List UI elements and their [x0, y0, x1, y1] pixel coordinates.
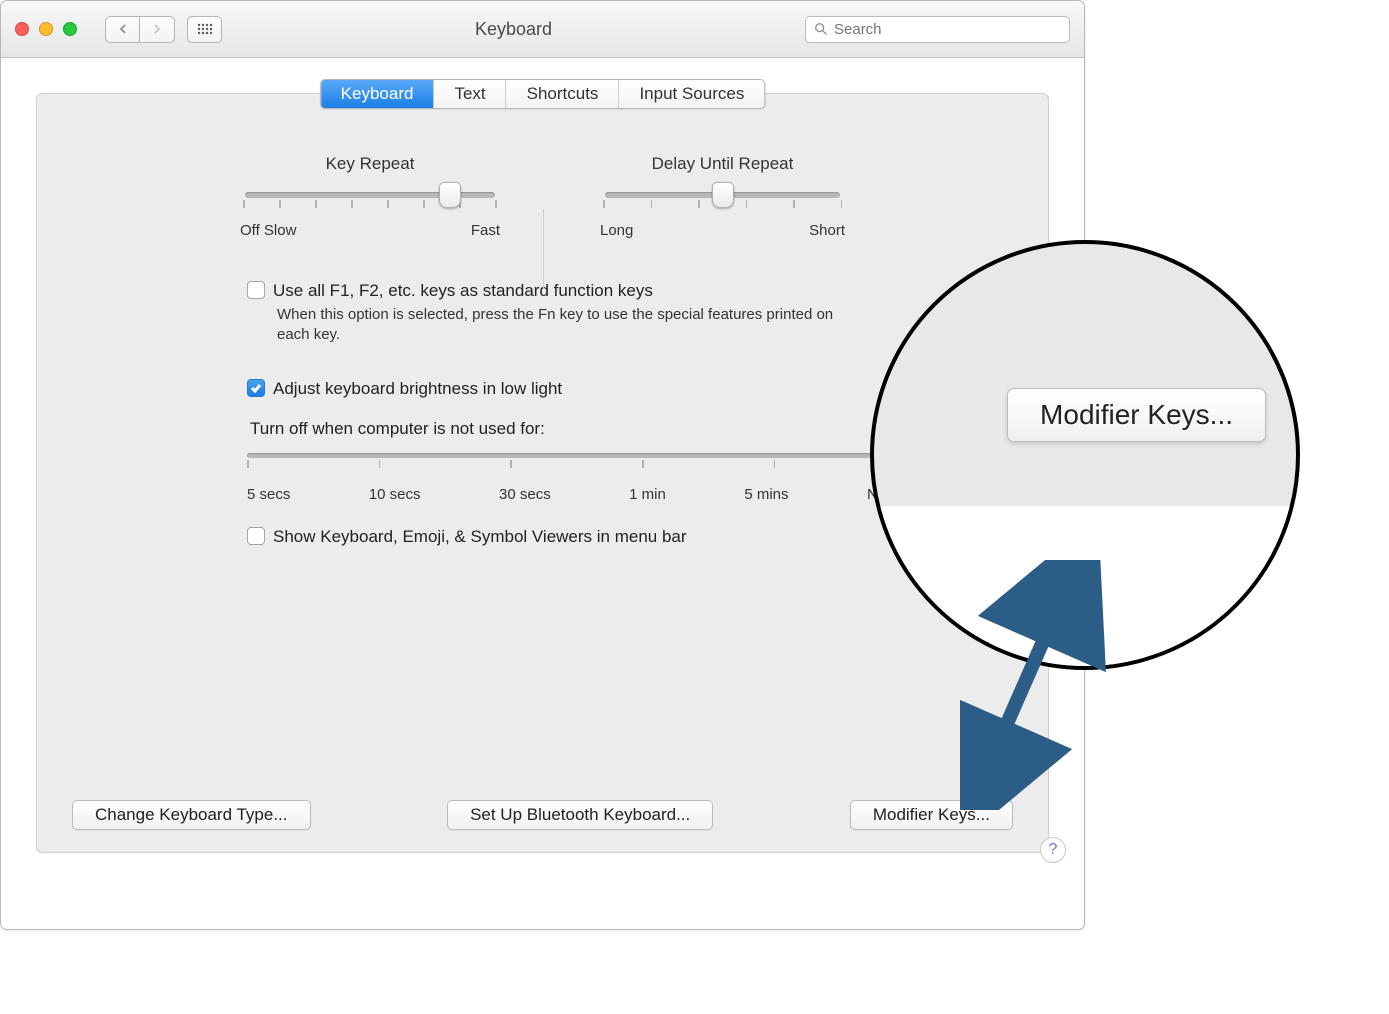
search-icon: [814, 22, 828, 36]
bottom-buttons: Change Keyboard Type... Set Up Bluetooth…: [72, 800, 1013, 830]
delay-repeat-slider[interactable]: [605, 192, 840, 198]
show-viewers-row: Show Keyboard, Emoji, & Symbol Viewers i…: [247, 525, 923, 549]
search-field-wrap[interactable]: [805, 16, 1070, 43]
brightness-row: Adjust keyboard brightness in low light: [247, 377, 923, 401]
timeout-tick-0: 5 secs: [247, 486, 290, 503]
callout-magnifier: Modifier Keys...: [870, 240, 1300, 670]
close-window-button[interactable]: [15, 22, 29, 36]
key-repeat-title: Key Repeat: [240, 154, 500, 174]
turnoff-label: Turn off when computer is not used for:: [250, 419, 923, 439]
change-keyboard-type-button[interactable]: Change Keyboard Type...: [72, 800, 311, 830]
set-up-bluetooth-button[interactable]: Set Up Bluetooth Keyboard...: [447, 800, 713, 830]
timeout-slider-group: 5 secs 10 secs 30 secs 1 min 5 mins Neve…: [247, 453, 907, 503]
key-repeat-label-fast: Fast: [471, 222, 500, 239]
timeout-tick-3: 1 min: [629, 486, 666, 503]
delay-repeat-label-short: Short: [809, 222, 845, 239]
options-section: Use all F1, F2, etc. keys as standard fu…: [72, 279, 1013, 549]
brightness-label: Adjust keyboard brightness in low light: [273, 377, 562, 401]
forward-button[interactable]: [140, 16, 175, 43]
fn-keys-checkbox[interactable]: [247, 281, 265, 299]
tab-shortcuts[interactable]: Shortcuts: [507, 80, 620, 108]
key-repeat-thumb[interactable]: [439, 182, 461, 208]
tab-keyboard[interactable]: Keyboard: [321, 80, 435, 108]
brightness-checkbox[interactable]: [247, 379, 265, 397]
vertical-divider: [543, 209, 544, 289]
fn-keys-row: Use all F1, F2, etc. keys as standard fu…: [247, 279, 923, 303]
show-viewers-checkbox[interactable]: [247, 527, 265, 545]
fn-keys-label: Use all F1, F2, etc. keys as standard fu…: [273, 279, 653, 303]
fn-keys-subtext: When this option is selected, press the …: [277, 305, 837, 346]
zoom-window-button[interactable]: [63, 22, 77, 36]
modifier-keys-button[interactable]: Modifier Keys...: [850, 800, 1013, 830]
show-all-button[interactable]: [187, 16, 222, 43]
help-button[interactable]: ?: [1040, 837, 1066, 863]
back-button[interactable]: [105, 16, 140, 43]
timeout-tick-1: 10 secs: [369, 486, 421, 503]
key-repeat-group: Key Repeat Off Slow Fast: [240, 154, 500, 239]
key-repeat-label-off: Off Slow: [240, 222, 296, 239]
tab-bar: Keyboard Text Shortcuts Input Sources: [320, 79, 766, 109]
nav-buttons: [105, 16, 175, 43]
callout-modifier-keys-button: Modifier Keys...: [1007, 388, 1266, 442]
timeout-slider[interactable]: [247, 453, 907, 458]
search-input[interactable]: [834, 21, 1061, 38]
timeout-tick-2: 30 secs: [499, 486, 551, 503]
show-viewers-label: Show Keyboard, Emoji, & Symbol Viewers i…: [273, 525, 687, 549]
sliders-row: Key Repeat Off Slow Fast Delay Until Rep…: [72, 154, 1013, 239]
delay-repeat-label-long: Long: [600, 222, 633, 239]
delay-repeat-thumb[interactable]: [712, 182, 734, 208]
minimize-window-button[interactable]: [39, 22, 53, 36]
delay-repeat-title: Delay Until Repeat: [600, 154, 845, 174]
tab-text[interactable]: Text: [434, 80, 506, 108]
window-title: Keyboard: [234, 19, 793, 40]
toolbar: Keyboard: [1, 1, 1084, 58]
window-controls: [15, 22, 77, 36]
delay-repeat-group: Delay Until Repeat Long Short: [600, 154, 845, 239]
key-repeat-slider[interactable]: [245, 192, 495, 198]
tab-input-sources[interactable]: Input Sources: [619, 80, 764, 108]
timeout-tick-4: 5 mins: [744, 486, 788, 503]
